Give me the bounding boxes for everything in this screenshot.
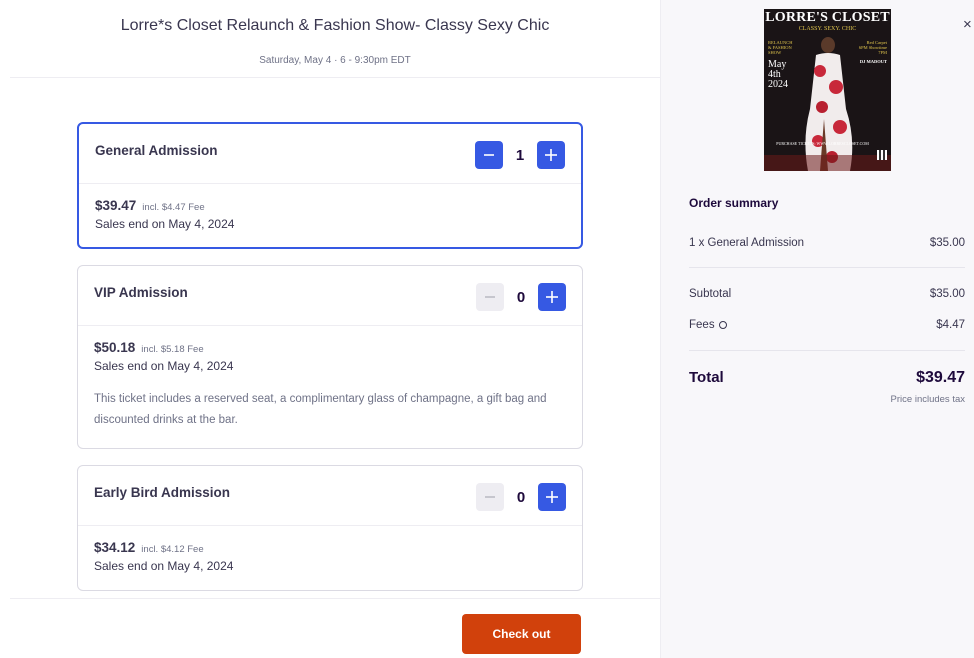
plus-icon xyxy=(545,149,557,161)
ticket-fee: incl. $5.18 Fee xyxy=(141,344,204,355)
decrease-quantity-button[interactable] xyxy=(475,141,503,169)
poster-date: May 4th 2024 xyxy=(768,60,788,90)
ticket-header: VIP Admission 0 xyxy=(78,266,582,326)
tax-note: Price includes tax xyxy=(890,394,965,405)
ticket-fee: incl. $4.47 Fee xyxy=(142,202,205,213)
ticket-card-early-bird-admission: Early Bird Admission 0 $34.12 incl. $4.1… xyxy=(77,465,583,591)
model-figure-graphic xyxy=(764,9,891,171)
subtotal-row: Subtotal $35.00 xyxy=(689,288,965,300)
summary-line-item: 1 x General Admission $35.00 xyxy=(689,237,965,249)
total-label: Total xyxy=(689,369,724,386)
subtotal-label: Subtotal xyxy=(689,288,732,300)
info-icon[interactable] xyxy=(718,321,727,329)
event-header: Lorre*s Closet Relaunch & Fashion Show- … xyxy=(10,0,660,78)
ticket-price: $39.47 xyxy=(95,198,137,213)
ticket-body: $50.18 incl. $5.18 Fee Sales end on May … xyxy=(78,326,582,431)
sales-end-text: Sales end on May 4, 2024 xyxy=(95,217,235,231)
ticket-price: $50.18 xyxy=(94,340,136,355)
quantity-stepper: 0 xyxy=(476,283,566,311)
increase-quantity-button[interactable] xyxy=(538,483,566,511)
line-item-amount: $35.00 xyxy=(929,237,965,249)
increase-quantity-button[interactable] xyxy=(537,141,565,169)
ticket-name: Early Bird Admission xyxy=(94,485,231,500)
quantity-value: 0 xyxy=(516,288,526,306)
minus-icon xyxy=(485,496,495,498)
fees-label: Fees xyxy=(689,319,715,331)
order-summary: Order summary 1 x General Admission $35.… xyxy=(689,185,965,405)
poster-right-text: Red Carpet 6PM Showtime 7PM xyxy=(858,40,887,55)
ticket-selection-panel: Lorre*s Closet Relaunch & Fashion Show- … xyxy=(0,0,660,658)
divider xyxy=(689,267,965,268)
qr-code-icon xyxy=(877,150,887,160)
minus-icon xyxy=(485,296,495,298)
order-summary-panel: LORRE'S CLOSET CLASSY. SEXY. CHIC RELAUN… xyxy=(660,0,974,658)
event-poster-image: LORRE'S CLOSET CLASSY. SEXY. CHIC RELAUN… xyxy=(764,9,891,171)
decrease-quantity-button[interactable] xyxy=(476,283,504,311)
line-item-label: 1 x General Admission xyxy=(689,237,805,249)
poster-left-text: RELAUNCH & FASHION SHOW xyxy=(768,40,793,55)
ticket-body: $34.12 incl. $4.12 Fee Sales end on May … xyxy=(78,526,582,573)
ticket-card-general-admission: General Admission 1 $39.47 incl. $4.47 F… xyxy=(77,122,583,249)
event-title: Lorre*s Closet Relaunch & Fashion Show- … xyxy=(120,17,550,34)
quantity-value: 0 xyxy=(516,488,526,506)
poster-url: PURCHASE TICKETS: WWW.LORRESCLOSET.COM xyxy=(776,141,869,146)
minus-icon xyxy=(484,154,494,156)
price-line: $34.12 incl. $4.12 Fee xyxy=(94,540,566,555)
fees-label-wrap: Fees xyxy=(689,319,727,331)
ticket-name: VIP Admission xyxy=(94,285,188,300)
checkout-button[interactable]: Check out xyxy=(462,614,581,654)
fees-row: Fees $4.47 xyxy=(689,319,965,331)
plus-icon xyxy=(546,491,558,503)
checkout-footer: Check out xyxy=(10,598,660,658)
total-row: Total $39.47 xyxy=(689,369,965,387)
event-datetime: Saturday, May 4 · 6 - 9:30pm EDT xyxy=(259,55,411,66)
ticket-header: General Admission 1 xyxy=(79,124,581,184)
ticket-body: $39.47 incl. $4.47 Fee Sales end on May … xyxy=(79,184,581,231)
increase-quantity-button[interactable] xyxy=(538,283,566,311)
price-line: $39.47 incl. $4.47 Fee xyxy=(95,198,565,213)
close-icon[interactable]: × xyxy=(963,17,974,32)
poster-dj: DJ MADOUT xyxy=(859,59,887,64)
subtotal-amount: $35.00 xyxy=(929,288,965,300)
ticket-list[interactable]: General Admission 1 $39.47 incl. $4.47 F… xyxy=(0,78,660,598)
ticket-name: General Admission xyxy=(95,143,218,158)
ticket-card-vip-admission: VIP Admission 0 $50.18 incl. $5.18 Fee S… xyxy=(77,265,583,449)
poster-subtitle: CLASSY. SEXY. CHIC xyxy=(798,26,857,32)
ticket-fee: incl. $4.12 Fee xyxy=(141,544,204,555)
total-amount: $39.47 xyxy=(916,369,965,386)
sales-end-text: Sales end on May 4, 2024 xyxy=(94,559,234,573)
ticket-description: This ticket includes a reserved seat, a … xyxy=(94,393,547,426)
divider xyxy=(689,350,965,351)
order-summary-title: Order summary xyxy=(689,196,779,210)
sales-end-text: Sales end on May 4, 2024 xyxy=(94,359,234,373)
quantity-stepper: 0 xyxy=(476,483,566,511)
quantity-value: 1 xyxy=(515,146,525,164)
price-line: $50.18 incl. $5.18 Fee xyxy=(94,340,566,355)
fees-amount: $4.47 xyxy=(936,319,965,331)
quantity-stepper: 1 xyxy=(475,141,565,169)
plus-icon xyxy=(546,291,558,303)
ticket-header: Early Bird Admission 0 xyxy=(78,466,582,526)
poster-date-year: 2024 xyxy=(768,79,788,90)
poster-title: LORRE'S CLOSET xyxy=(765,10,890,25)
decrease-quantity-button[interactable] xyxy=(476,483,504,511)
ticket-price: $34.12 xyxy=(94,540,136,555)
